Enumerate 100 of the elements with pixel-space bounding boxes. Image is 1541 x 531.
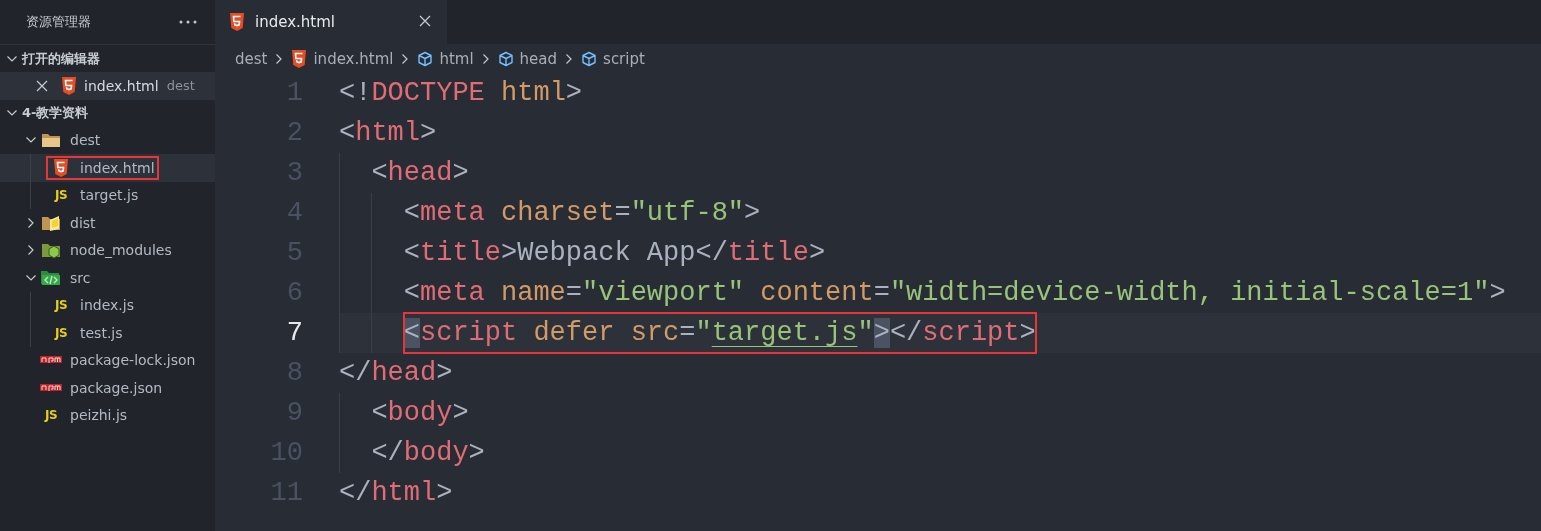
code-token: = bbox=[614, 198, 631, 228]
code-token: > bbox=[468, 438, 485, 468]
folder-item[interactable]: node_modules bbox=[0, 236, 215, 264]
code-token: "viewport" bbox=[582, 278, 745, 308]
html-file-icon bbox=[53, 158, 69, 177]
code-token: < bbox=[339, 118, 356, 148]
explorer-title: 资源管理器 bbox=[26, 13, 91, 31]
code-token: = bbox=[873, 278, 890, 308]
code-token: name bbox=[500, 278, 566, 308]
js-file-icon: JS bbox=[44, 408, 58, 423]
folder-item[interactable]: dist bbox=[0, 209, 215, 237]
file-name: package.json bbox=[70, 379, 163, 396]
code-token: < bbox=[371, 158, 388, 188]
file-name: index.js bbox=[80, 297, 134, 314]
code-token: </ bbox=[695, 238, 728, 268]
breadcrumb-item[interactable]: dest bbox=[235, 49, 268, 68]
file-name: src bbox=[70, 269, 91, 286]
file-name: dist bbox=[70, 214, 96, 231]
npm-file-icon bbox=[40, 355, 62, 366]
code-token: > bbox=[501, 238, 518, 268]
js-file-icon: JS bbox=[54, 188, 68, 203]
file-name: index.html bbox=[84, 77, 159, 94]
cube-icon bbox=[417, 50, 434, 67]
code-token: = bbox=[679, 318, 696, 348]
html-file-icon bbox=[229, 13, 245, 31]
folder-item[interactable]: src bbox=[0, 264, 215, 292]
code-token: "utf-8" bbox=[630, 198, 745, 228]
code-token: script bbox=[420, 318, 518, 348]
npm-file-icon bbox=[40, 382, 62, 393]
code-token: < bbox=[403, 278, 420, 308]
close-icon[interactable] bbox=[419, 15, 431, 27]
html-file-icon bbox=[291, 49, 308, 68]
code-token: > bbox=[808, 238, 826, 268]
file-item[interactable]: JS index.js bbox=[0, 291, 215, 319]
code-token: < bbox=[403, 238, 420, 268]
code-token: head bbox=[387, 158, 453, 188]
link-text[interactable]: target.js bbox=[711, 318, 858, 348]
file-item[interactable]: package.json bbox=[0, 374, 215, 402]
breadcrumb-item[interactable]: index.html bbox=[291, 49, 394, 68]
code-token: > bbox=[436, 358, 453, 388]
code-token: html bbox=[500, 78, 566, 108]
file-item[interactable]: JS target.js bbox=[0, 181, 215, 209]
code-token: body bbox=[403, 438, 469, 468]
code-token: < bbox=[371, 398, 388, 428]
code-token: defer bbox=[532, 318, 615, 348]
folder-icon bbox=[41, 213, 61, 232]
code-token: </ bbox=[889, 318, 923, 348]
file-item[interactable]: JS test.js bbox=[0, 319, 215, 347]
js-file-icon: JS bbox=[54, 298, 68, 313]
code-token: > bbox=[1489, 278, 1506, 308]
folder-icon bbox=[41, 241, 61, 260]
code-token: body bbox=[387, 398, 453, 428]
folder-description: dest bbox=[166, 78, 195, 94]
code-token: DOCTYPE bbox=[371, 78, 485, 108]
code-token: src bbox=[629, 318, 680, 348]
code-token: </ bbox=[371, 438, 404, 468]
code-token: Webpack App bbox=[517, 238, 696, 268]
code-token: <! bbox=[339, 78, 372, 108]
code-token: </ bbox=[339, 358, 372, 388]
more-icon[interactable] bbox=[179, 20, 197, 24]
html-file-icon bbox=[61, 76, 77, 95]
code-token: html bbox=[355, 118, 420, 148]
code-token: "width=device-width, initial-scale=1" bbox=[889, 278, 1490, 308]
section-header[interactable]: 4-教学资料 bbox=[0, 99, 215, 127]
editor-tab[interactable]: index.html bbox=[215, 0, 447, 44]
code-token: " bbox=[857, 318, 874, 348]
file-name: package-lock.json bbox=[70, 352, 196, 369]
code-token: > bbox=[452, 398, 469, 428]
cube-icon bbox=[497, 50, 514, 67]
breadcrumb-item[interactable]: script bbox=[581, 49, 645, 68]
code-token: > bbox=[1019, 318, 1036, 348]
code-token: content bbox=[759, 278, 874, 308]
cube-icon bbox=[581, 50, 598, 67]
folder-item[interactable]: dest bbox=[0, 126, 215, 154]
code-token: title bbox=[420, 238, 501, 268]
file-name: test.js bbox=[80, 324, 123, 341]
code-token: " bbox=[695, 318, 712, 348]
open-editor-item[interactable]: index.html dest bbox=[0, 72, 215, 100]
file-name: target.js bbox=[80, 187, 139, 204]
code-token: > bbox=[436, 478, 453, 508]
code-token: meta bbox=[420, 198, 485, 228]
code-token: html bbox=[371, 478, 437, 508]
file-item[interactable]: index.html bbox=[0, 154, 215, 182]
code-token: > bbox=[565, 78, 583, 108]
code-token: > bbox=[452, 158, 469, 188]
file-item[interactable]: JS peizhi.js bbox=[0, 401, 215, 429]
breadcrumb-item[interactable]: head bbox=[497, 49, 558, 68]
breadcrumb-item[interactable]: html bbox=[417, 49, 474, 68]
code-token: = bbox=[565, 278, 583, 308]
code-token: </ bbox=[339, 478, 372, 508]
code-token: > bbox=[420, 118, 437, 148]
code-token: script bbox=[922, 318, 1020, 348]
folder-icon bbox=[40, 269, 62, 286]
code-token: < bbox=[403, 318, 420, 348]
close-icon[interactable] bbox=[36, 79, 48, 92]
code-token: title bbox=[727, 238, 809, 268]
code-token: meta bbox=[420, 278, 485, 308]
code-token: charset bbox=[500, 198, 615, 228]
code-token: head bbox=[371, 358, 437, 388]
file-item[interactable]: package-lock.json bbox=[0, 346, 215, 374]
